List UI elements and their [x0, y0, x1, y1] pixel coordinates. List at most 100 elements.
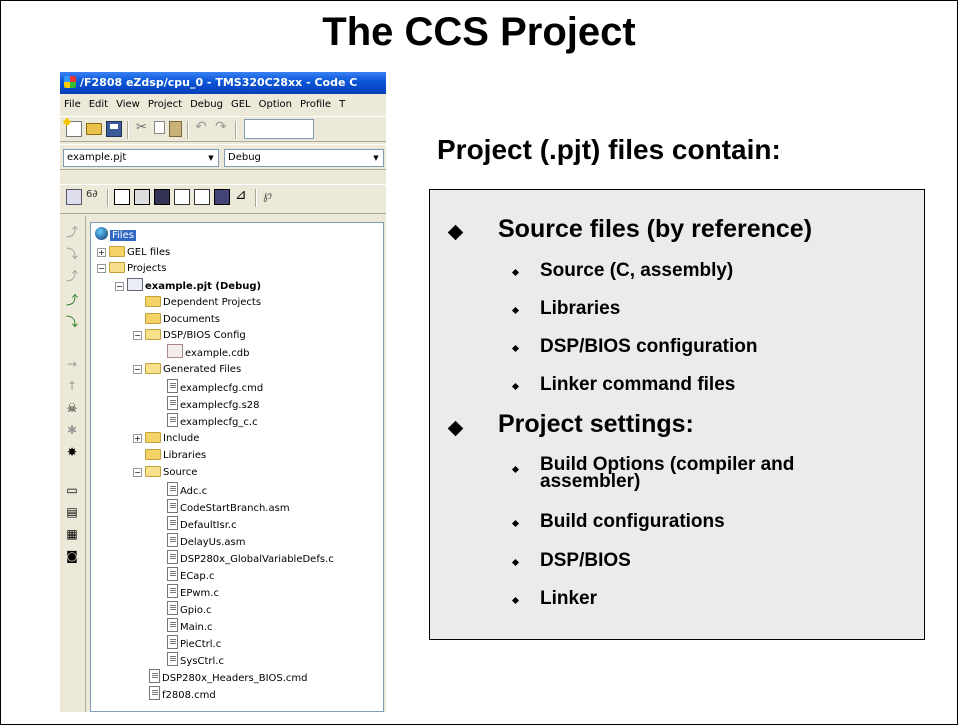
- menu-option[interactable]: Option: [255, 96, 296, 114]
- tree-root-files[interactable]: Files: [95, 227, 136, 243]
- clipboard-icon[interactable]: [114, 189, 130, 205]
- file-icon: [167, 584, 178, 598]
- menu-file[interactable]: File: [60, 96, 85, 114]
- bullet-icon: [511, 268, 520, 277]
- memory-icon[interactable]: [174, 189, 190, 205]
- windows-icon[interactable]: ▦: [64, 526, 80, 542]
- content-panel: Source files (by reference) Source (C, a…: [429, 189, 925, 640]
- tree-file[interactable]: examplecfg_c.c: [167, 413, 258, 429]
- project-tree[interactable]: Files + GEL files − Projects − example.pjt …: [90, 222, 384, 712]
- calculator-icon[interactable]: [134, 189, 150, 205]
- tree-file[interactable]: SysCtrl.c: [167, 652, 224, 668]
- redo-icon[interactable]: [214, 119, 230, 137]
- source-step-over-icon[interactable]: ⤵: [64, 314, 80, 330]
- tree-generated-files[interactable]: − Generated Files: [133, 362, 241, 378]
- cut-icon[interactable]: [134, 120, 150, 137]
- menu-gel[interactable]: GEL: [227, 96, 255, 114]
- folder-icon: [109, 246, 125, 257]
- chevron-down-icon[interactable]: ▼: [204, 150, 218, 166]
- step-out-icon[interactable]: ⤴: [64, 268, 80, 284]
- tree-gel-files[interactable]: + GEL files: [97, 245, 170, 261]
- menu-profile[interactable]: Profile: [296, 96, 335, 114]
- window-title: /F2808 eZdsp/cpu_0 - TMS320C28xx - Code …: [80, 76, 358, 89]
- file-icon: [149, 686, 160, 700]
- window-titlebar[interactable]: /F2808 eZdsp/cpu_0 - TMS320C28xx - Code …: [60, 72, 386, 94]
- config-file-icon: [167, 344, 183, 358]
- tree-include[interactable]: + Include: [133, 431, 199, 447]
- configuration-select[interactable]: Debug ▼: [224, 149, 384, 167]
- set-pc-icon[interactable]: ↑: [64, 378, 80, 394]
- run-icon[interactable]: ☠: [64, 400, 80, 416]
- menu-view[interactable]: View: [112, 96, 144, 114]
- tree-file[interactable]: DelayUs.asm: [167, 533, 245, 549]
- file-icon: [167, 396, 178, 410]
- undo-icon[interactable]: [194, 119, 210, 137]
- halt-icon[interactable]: ✱: [64, 422, 80, 438]
- tree-dspbios-config[interactable]: − DSP/BIOS Config: [133, 328, 246, 344]
- tree-file[interactable]: EPwm.c: [167, 584, 219, 600]
- tree-file[interactable]: Gpio.c: [167, 601, 212, 617]
- project-select[interactable]: example.pjt ▼: [63, 149, 219, 167]
- project-icon: [127, 278, 143, 291]
- find-input[interactable]: [244, 119, 314, 139]
- animate-icon[interactable]: ✸: [64, 444, 80, 460]
- tree-file[interactable]: f2808.cmd: [149, 686, 216, 702]
- step-into-icon[interactable]: ⤴: [64, 224, 80, 240]
- tree-file[interactable]: CodeStartBranch.asm: [167, 499, 290, 515]
- tree-file[interactable]: DSP280x_GlobalVariableDefs.c: [167, 550, 334, 566]
- file-icon: [167, 499, 178, 513]
- tree-documents[interactable]: Documents: [145, 312, 220, 328]
- file-icon: [149, 669, 160, 683]
- menu-debug[interactable]: Debug: [186, 96, 227, 114]
- tree-file[interactable]: examplecfg.s28: [167, 396, 260, 412]
- debug-window-icon[interactable]: [66, 189, 82, 205]
- search-icon[interactable]: ◙: [64, 548, 80, 564]
- toolbar-separator: [107, 189, 109, 207]
- collapse-icon[interactable]: −: [133, 468, 142, 477]
- tree-source[interactable]: − Source: [133, 465, 197, 481]
- list-item: Linker: [540, 588, 598, 609]
- profiler-icon[interactable]: [234, 187, 250, 205]
- menu-project[interactable]: Project: [144, 96, 186, 114]
- new-file-icon[interactable]: [66, 121, 82, 137]
- source-step-into-icon[interactable]: ⤴: [64, 292, 80, 308]
- console-icon[interactable]: ▭: [64, 482, 80, 498]
- collapse-icon[interactable]: −: [97, 264, 106, 273]
- copy-icon[interactable]: [154, 121, 165, 134]
- tree-file[interactable]: DSP280x_Headers_BIOS.cmd: [149, 669, 308, 685]
- tree-project[interactable]: − example.pjt (Debug): [115, 278, 261, 294]
- tree-file[interactable]: ECap.c: [167, 567, 214, 583]
- tree-dependent-projects[interactable]: Dependent Projects: [145, 295, 261, 311]
- tree-file[interactable]: DefaultIsr.c: [167, 516, 237, 532]
- collapse-icon[interactable]: −: [115, 282, 124, 291]
- menu-tools[interactable]: T: [335, 96, 349, 114]
- tree-libraries[interactable]: Libraries: [145, 448, 206, 464]
- expand-icon[interactable]: +: [97, 248, 106, 257]
- folder-icon: [145, 432, 161, 443]
- graph-icon[interactable]: [194, 189, 210, 205]
- tree-file[interactable]: examplecfg.cmd: [167, 379, 263, 395]
- save-icon[interactable]: [106, 121, 122, 137]
- menu-edit[interactable]: Edit: [85, 96, 112, 114]
- image-icon[interactable]: [214, 189, 230, 205]
- open-folder-icon[interactable]: [86, 123, 102, 135]
- run-to-cursor-icon[interactable]: →: [64, 356, 80, 372]
- gel-icon[interactable]: [262, 188, 278, 205]
- collapse-icon[interactable]: −: [133, 365, 142, 374]
- content-heading: Project (.pjt) files contain:: [437, 134, 781, 165]
- step-over-icon[interactable]: ⤵: [64, 246, 80, 262]
- expand-icon[interactable]: +: [133, 434, 142, 443]
- tree-file[interactable]: PieCtrl.c: [167, 635, 221, 651]
- file-icon: [167, 635, 178, 649]
- file-icon: [167, 601, 178, 615]
- paste-icon[interactable]: [169, 121, 182, 137]
- edit-memory-icon[interactable]: ▤: [64, 504, 80, 520]
- tree-file[interactable]: Adc.c: [167, 482, 207, 498]
- watch-icon[interactable]: [86, 189, 102, 205]
- tree-cdb-file[interactable]: example.cdb: [167, 344, 249, 360]
- chevron-down-icon[interactable]: ▼: [369, 150, 383, 166]
- registers-icon[interactable]: [154, 189, 170, 205]
- collapse-icon[interactable]: −: [133, 331, 142, 340]
- tree-projects[interactable]: − Projects: [97, 261, 166, 277]
- tree-file[interactable]: Main.c: [167, 618, 213, 634]
